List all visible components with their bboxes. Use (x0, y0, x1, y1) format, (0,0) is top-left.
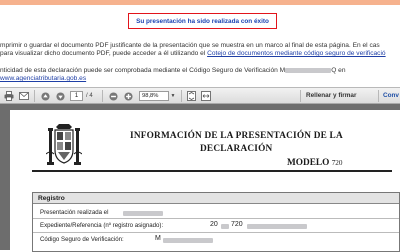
chevron-down-icon[interactable]: ▼ (169, 91, 177, 101)
field-label: Código Seguro de Verificación: (40, 236, 124, 243)
toolbar-separator (181, 90, 182, 102)
field-label: Expediente/Referencia (nº registro asign… (40, 222, 164, 229)
toolbar-separator (378, 90, 379, 102)
document-title-line-2: DECLARACIÓN (200, 144, 273, 154)
email-icon[interactable] (18, 90, 30, 102)
title-divider (32, 170, 392, 172)
row-divider (33, 232, 399, 233)
redacted-value (247, 224, 307, 229)
toolbar-separator (102, 90, 103, 102)
toolbar-separator (300, 90, 301, 102)
toolbar-separator (34, 90, 35, 102)
print-icon[interactable] (3, 90, 15, 102)
document-title: INFORMACIÓN DE LA PRESENTACIÓN DE LA (130, 131, 343, 141)
registro-heading: Registro (33, 193, 399, 204)
redacted-value (221, 224, 229, 229)
pdf-viewer[interactable]: INFORMACIÓN DE LA PRESENTACIÓN DE LA DEC… (0, 104, 400, 252)
registro-section: Registro Presentación realizada el Exped… (32, 192, 400, 252)
field-label: Presentación realizada el (40, 209, 109, 216)
redacted-value (163, 238, 213, 243)
coat-of-arms-logo (46, 124, 82, 165)
convert-button[interactable]: Conv (383, 91, 399, 101)
verification-line: nticidad de esta declaración puede ser c… (0, 67, 346, 74)
zoom-out-icon[interactable] (107, 90, 119, 102)
verification-paragraph: nticidad de esta declaración puede ser c… (0, 67, 345, 84)
instructions-paragraph: mprimir o guardar el documento PDF justi… (0, 42, 386, 59)
field-value: 720 (231, 221, 243, 228)
page-number-input[interactable]: 1 (70, 91, 83, 101)
model-label: MODELO 720 (287, 158, 343, 168)
page-count: / 4 (86, 93, 93, 99)
fit-page-icon[interactable] (185, 90, 197, 102)
instructions-line-2: para visualizar dicho documento PDF, pue… (0, 50, 386, 58)
agencia-tributaria-link[interactable]: www.agenciatributaria.gob.es (0, 75, 86, 82)
page-down-icon[interactable] (54, 90, 66, 102)
page-up-icon[interactable] (39, 90, 51, 102)
fit-width-icon[interactable] (200, 90, 212, 102)
pdf-page: INFORMACIÓN DE LA PRESENTACIÓN DE LA DEC… (10, 110, 400, 252)
row-divider (33, 218, 399, 219)
redacted-value (123, 211, 163, 216)
cotejo-documentos-link[interactable]: Cotejo de documentos mediante código seg… (207, 50, 386, 57)
field-value: M (155, 235, 161, 242)
field-value: 20 (210, 221, 218, 228)
success-banner: Su presentación ha sido realizada con éx… (128, 13, 277, 29)
top-accent-bar (0, 0, 400, 5)
zoom-in-icon[interactable] (122, 90, 134, 102)
pdf-toolbar: 1 / 4 98,8% ▼ Rellenar y firmar Conv (0, 87, 400, 104)
model-number: 720 (331, 159, 343, 167)
fill-and-sign-button[interactable]: Rellenar y firmar (306, 91, 356, 101)
instructions-line-1: mprimir o guardar el documento PDF justi… (0, 42, 380, 49)
redacted-code (285, 67, 332, 73)
zoom-level-input[interactable]: 98,8% (139, 91, 169, 101)
